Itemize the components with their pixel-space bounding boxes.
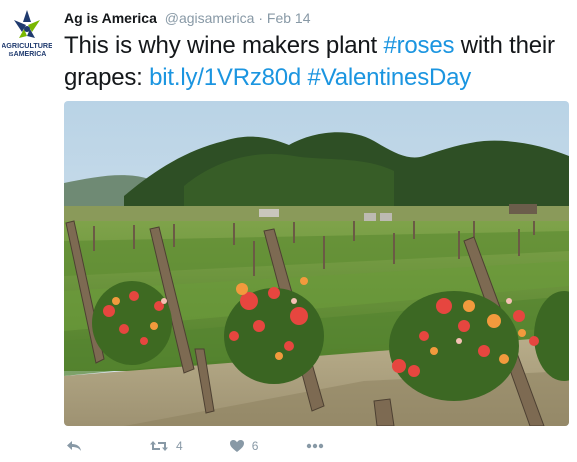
reply-button[interactable] <box>66 439 82 453</box>
retweet-count: 4 <box>176 439 183 453</box>
vineyard-roses-photo <box>64 101 569 426</box>
short-url-link[interactable]: bit.ly/1VRz80d <box>149 64 301 91</box>
avatar-line3: AMERICA <box>14 51 47 58</box>
tweet-date[interactable]: Feb 14 <box>267 10 311 26</box>
retweet-icon <box>150 441 168 451</box>
tweet-actions: 4 6 <box>64 434 324 458</box>
tweet-text-prefix: This is why wine makers plant <box>64 32 384 59</box>
reply-arrow-icon <box>67 441 81 451</box>
like-button[interactable]: 6 <box>229 439 259 453</box>
tweet-text: This is why wine makers plant #roses wit… <box>64 30 569 94</box>
tweet-photo[interactable] <box>64 101 569 426</box>
avatar-line1: AGRICULTURE <box>2 41 52 50</box>
author-handle[interactable]: @agisamerica <box>165 10 255 26</box>
tweet-card[interactable]: AGRICULTURE IS AMERICA Ag is America @ag… <box>0 0 577 462</box>
agriculture-is-america-logo: AGRICULTURE IS AMERICA <box>2 10 52 58</box>
more-button[interactable] <box>306 443 324 449</box>
hashtag-roses-link[interactable]: #roses <box>383 32 454 59</box>
avatar[interactable]: AGRICULTURE IS AMERICA <box>2 8 52 64</box>
retweet-button[interactable]: 4 <box>149 439 183 453</box>
header-separator: · <box>258 10 263 26</box>
author-name[interactable]: Ag is America <box>64 10 157 26</box>
like-count: 6 <box>251 439 259 453</box>
tweet-header: Ag is America @agisamerica · Feb 14 <box>64 9 310 27</box>
heart-icon <box>229 440 244 452</box>
ellipsis-icon <box>307 443 324 449</box>
hashtag-valentinesday-link[interactable]: #ValentinesDay <box>308 64 472 91</box>
